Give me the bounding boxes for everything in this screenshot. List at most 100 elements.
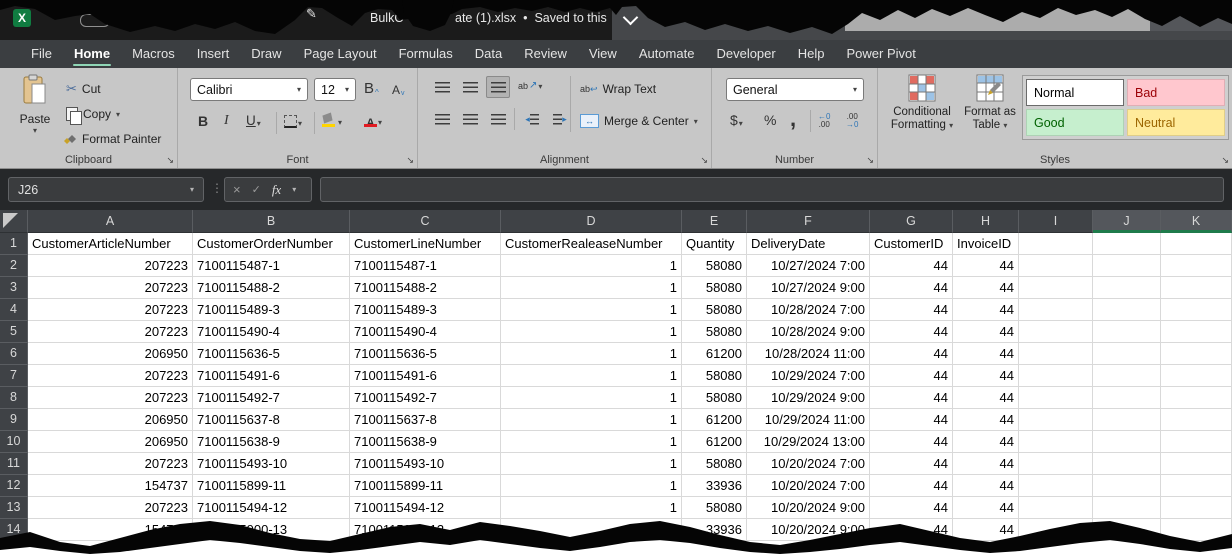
comma-style-button[interactable]: , xyxy=(790,106,796,132)
cell-A12[interactable]: 154737 xyxy=(28,475,193,497)
ribbon-tab-formulas[interactable]: Formulas xyxy=(388,40,464,68)
cell-I13[interactable] xyxy=(1019,497,1093,519)
cell-J11[interactable] xyxy=(1093,453,1161,475)
cell-C3[interactable]: 7100115488-2 xyxy=(350,277,501,299)
row-header-3[interactable]: 3 xyxy=(0,277,28,299)
cell-F12[interactable]: 10/20/2024 7:00 xyxy=(747,475,870,497)
cell-F8[interactable]: 10/29/2024 9:00 xyxy=(747,387,870,409)
dialog-launcher-icon[interactable]: ↘ xyxy=(406,155,414,166)
cell-C1[interactable]: CustomerLineNumber xyxy=(350,233,501,255)
middle-align-button[interactable] xyxy=(458,76,482,98)
cell-F2[interactable]: 10/27/2024 7:00 xyxy=(747,255,870,277)
excel-logo-icon[interactable]: X xyxy=(13,9,31,27)
formula-input[interactable] xyxy=(320,177,1224,202)
decrease-indent-button[interactable]: ◂ xyxy=(520,108,544,130)
cell-H6[interactable]: 44 xyxy=(953,343,1019,365)
cell-C11[interactable]: 7100115493-10 xyxy=(350,453,501,475)
format-as-table-button[interactable]: Format asTable ▾ xyxy=(958,74,1022,132)
cell-G4[interactable]: 44 xyxy=(870,299,953,321)
cut-button[interactable]: ✂ Cut xyxy=(66,79,101,99)
column-header-D[interactable]: D xyxy=(501,210,682,233)
ribbon-tab-file[interactable]: File xyxy=(20,40,63,68)
cell-K10[interactable] xyxy=(1161,431,1232,453)
cell-J3[interactable] xyxy=(1093,277,1161,299)
cell-J9[interactable] xyxy=(1093,409,1161,431)
bottom-align-button[interactable] xyxy=(486,76,510,98)
autosave-toggle[interactable] xyxy=(80,14,110,27)
cell-K3[interactable] xyxy=(1161,277,1232,299)
cell-E3[interactable]: 58080 xyxy=(682,277,747,299)
cell-A6[interactable]: 206950 xyxy=(28,343,193,365)
cell-H10[interactable]: 44 xyxy=(953,431,1019,453)
search-box[interactable] xyxy=(845,5,1150,31)
cell-C8[interactable]: 7100115492-7 xyxy=(350,387,501,409)
dialog-launcher-icon[interactable]: ↘ xyxy=(166,155,174,166)
drag-handle-icon[interactable]: ⋮ xyxy=(211,181,223,195)
cell-E13[interactable]: 58080 xyxy=(682,497,747,519)
column-header-G[interactable]: G xyxy=(870,210,953,233)
cell-A4[interactable]: 207223 xyxy=(28,299,193,321)
cancel-icon[interactable]: × xyxy=(233,182,241,197)
cell-C14[interactable]: 7100115900-13 xyxy=(350,519,501,541)
ribbon-tab-review[interactable]: Review xyxy=(513,40,578,68)
cell-K6[interactable] xyxy=(1161,343,1232,365)
cell-K13[interactable] xyxy=(1161,497,1232,519)
row-header-11[interactable]: 11 xyxy=(0,453,28,475)
cell-E14[interactable]: 33936 xyxy=(682,519,747,541)
select-all-corner[interactable] xyxy=(0,210,28,233)
cell-D6[interactable]: 1 xyxy=(501,343,682,365)
cell-I10[interactable] xyxy=(1019,431,1093,453)
cell-F13[interactable]: 10/20/2024 9:00 xyxy=(747,497,870,519)
cell-D8[interactable]: 1 xyxy=(501,387,682,409)
cell-D1[interactable]: CustomerRealeaseNumber xyxy=(501,233,682,255)
cell-B5[interactable]: 7100115490-4 xyxy=(193,321,350,343)
borders-button[interactable]: ▾ xyxy=(284,115,302,128)
cell-I2[interactable] xyxy=(1019,255,1093,277)
row-header-14[interactable]: 14 xyxy=(0,519,28,541)
cell-B10[interactable]: 7100115638-9 xyxy=(193,431,350,453)
row-header-13[interactable]: 13 xyxy=(0,497,28,519)
cell-K12[interactable] xyxy=(1161,475,1232,497)
font-name-select[interactable]: Calibri ▾ xyxy=(190,78,308,101)
cell-H14[interactable]: 44 xyxy=(953,519,1019,541)
row-header-8[interactable]: 8 xyxy=(0,387,28,409)
cell-C10[interactable]: 7100115638-9 xyxy=(350,431,501,453)
ribbon-tab-macros[interactable]: Macros xyxy=(121,40,186,68)
cell-J13[interactable] xyxy=(1093,497,1161,519)
cell-I5[interactable] xyxy=(1019,321,1093,343)
cell-B9[interactable]: 7100115637-8 xyxy=(193,409,350,431)
cell-H7[interactable]: 44 xyxy=(953,365,1019,387)
cell-C4[interactable]: 7100115489-3 xyxy=(350,299,501,321)
cell-H4[interactable]: 44 xyxy=(953,299,1019,321)
cell-D10[interactable]: 1 xyxy=(501,431,682,453)
cell-G6[interactable]: 44 xyxy=(870,343,953,365)
accounting-format-button[interactable]: $▾ xyxy=(730,112,743,128)
cell-C12[interactable]: 7100115899-11 xyxy=(350,475,501,497)
cell-A2[interactable]: 207223 xyxy=(28,255,193,277)
cell-J5[interactable] xyxy=(1093,321,1161,343)
font-color-button[interactable]: A ▾ xyxy=(364,113,382,127)
format-painter-button[interactable]: Format Painter xyxy=(63,129,161,149)
cell-K8[interactable] xyxy=(1161,387,1232,409)
cell-I8[interactable] xyxy=(1019,387,1093,409)
cell-F1[interactable]: DeliveryDate xyxy=(747,233,870,255)
cell-F11[interactable]: 10/20/2024 7:00 xyxy=(747,453,870,475)
cell-B6[interactable]: 7100115636-5 xyxy=(193,343,350,365)
cell-I7[interactable] xyxy=(1019,365,1093,387)
ribbon-tab-insert[interactable]: Insert xyxy=(186,40,241,68)
increase-indent-button[interactable]: ▸ xyxy=(548,108,572,130)
cell-J6[interactable] xyxy=(1093,343,1161,365)
cell-E10[interactable]: 61200 xyxy=(682,431,747,453)
cell-G1[interactable]: CustomerID xyxy=(870,233,953,255)
paste-button[interactable]: Paste ▾ xyxy=(8,74,62,152)
style-chip-bad[interactable]: Bad xyxy=(1127,79,1225,106)
ribbon-tab-home[interactable]: Home xyxy=(63,40,121,68)
cell-B1[interactable]: CustomerOrderNumber xyxy=(193,233,350,255)
cell-C13[interactable]: 7100115494-12 xyxy=(350,497,501,519)
cell-D13[interactable]: 1 xyxy=(501,497,682,519)
style-chip-neutral[interactable]: Neutral xyxy=(1127,109,1225,136)
cell-G7[interactable]: 44 xyxy=(870,365,953,387)
cell-B12[interactable]: 7100115899-11 xyxy=(193,475,350,497)
column-header-K[interactable]: K xyxy=(1161,210,1232,233)
row-header-7[interactable]: 7 xyxy=(0,365,28,387)
